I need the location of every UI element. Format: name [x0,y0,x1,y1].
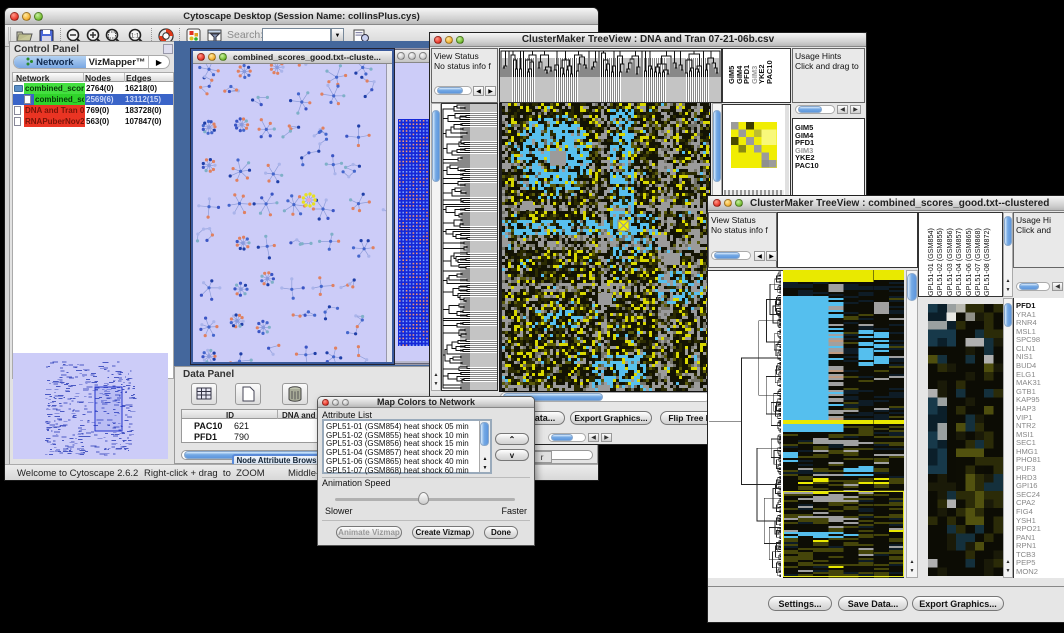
svg-text:1:1: 1:1 [131,34,140,40]
